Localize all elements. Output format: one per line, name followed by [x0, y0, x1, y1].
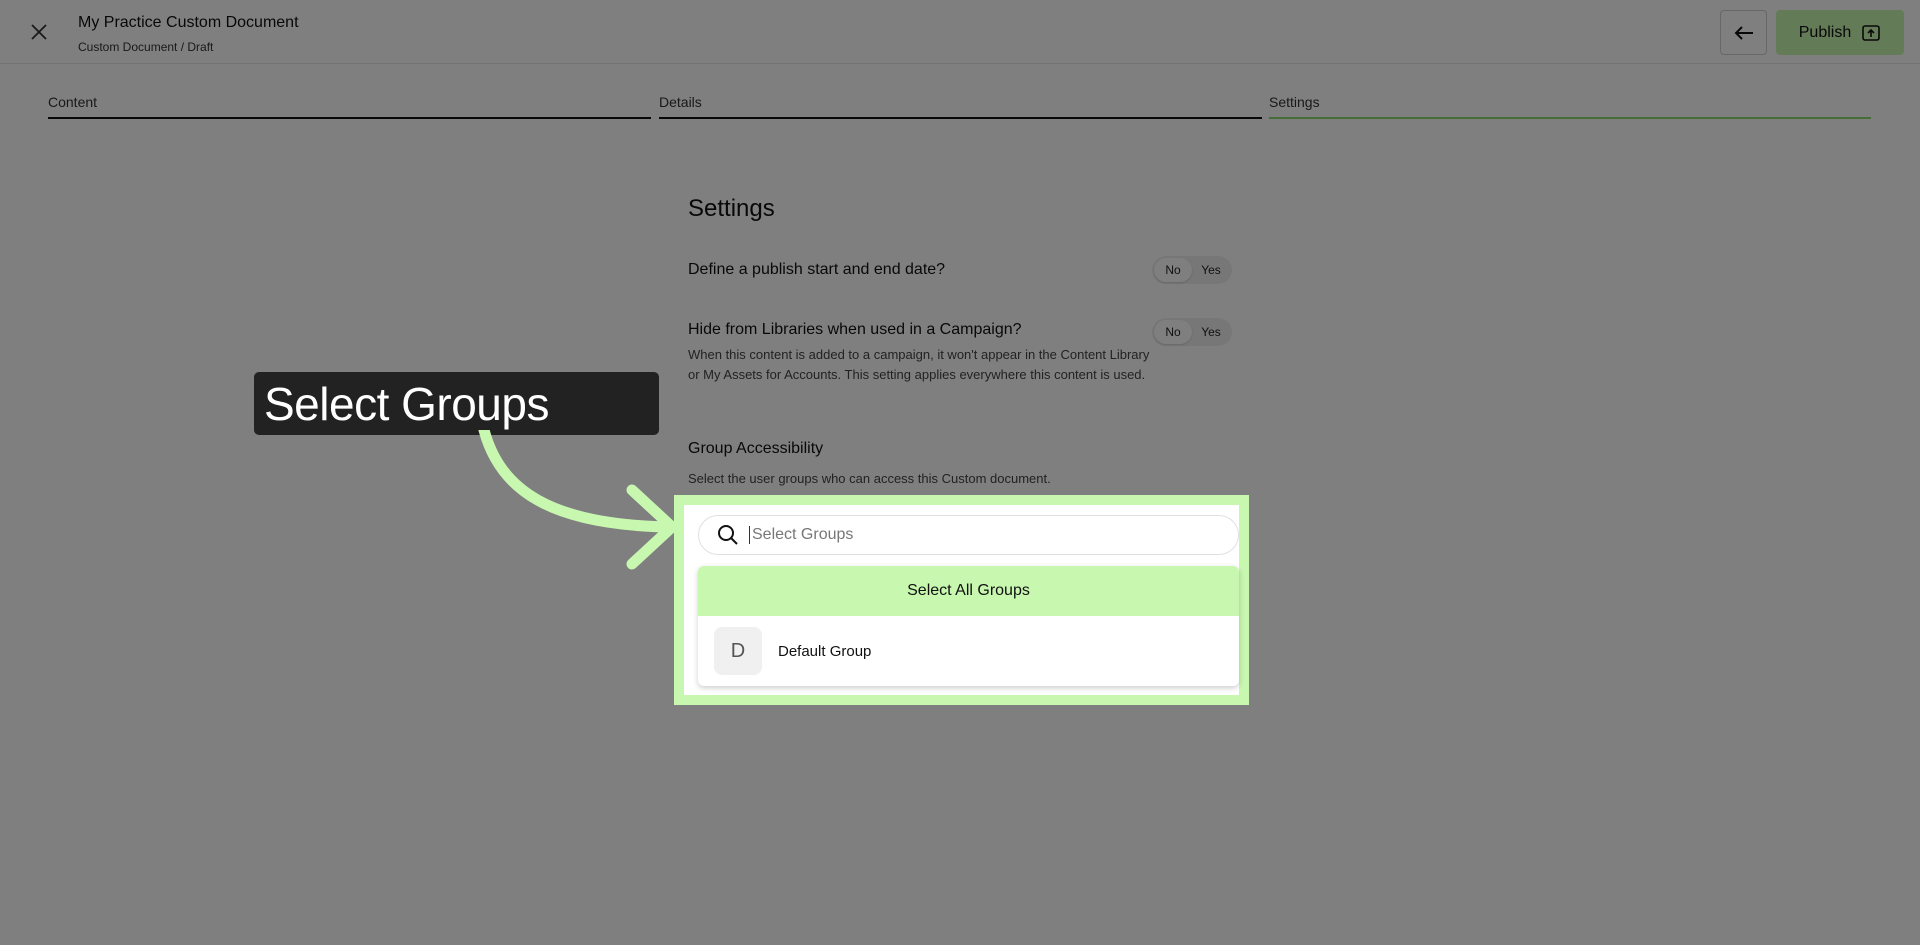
page: My Practice Custom Document Custom Docum…: [0, 0, 1920, 945]
callout-label: Select Groups: [254, 372, 659, 435]
breadcrumb: Custom Document / Draft: [78, 40, 214, 54]
tab-label: Settings: [1269, 94, 1320, 110]
tab-label: Content: [48, 94, 98, 110]
group-access-title: Group Accessibility: [688, 440, 824, 457]
publish-dates-question: Define a publish start and end date?: [688, 261, 946, 278]
group-access-description: Select the user groups who can access th…: [688, 471, 1051, 486]
settings-title: Settings: [688, 195, 775, 222]
document-title: My Practice Custom Document: [78, 14, 299, 31]
group-search-placeholder: Select Groups: [749, 526, 853, 544]
group-dropdown: Select All Groups D Default Group: [698, 566, 1239, 686]
list-item[interactable]: D Default Group: [698, 616, 1239, 686]
tab-bar: [48, 117, 651, 119]
close-icon: [31, 24, 47, 40]
tab-content[interactable]: Content: [48, 94, 651, 119]
tab-bar: [659, 117, 1262, 119]
back-button[interactable]: [1720, 10, 1767, 55]
close-button[interactable]: [22, 19, 56, 45]
group-select-highlight: Select Groups Select All Groups D Defaul…: [674, 495, 1249, 705]
publish-icon: [1862, 24, 1881, 41]
hide-libraries-description: When this content is added to a campaign…: [688, 347, 1150, 382]
publish-label: Publish: [1798, 23, 1852, 41]
tab-details[interactable]: Details: [659, 94, 1262, 119]
group-name: Default Group: [778, 642, 872, 660]
group-search-field[interactable]: Select Groups: [698, 515, 1239, 555]
tab-label: Details: [659, 94, 702, 110]
callout-arrow-icon: [478, 430, 678, 570]
select-all-groups-button[interactable]: Select All Groups: [698, 566, 1239, 616]
tab-settings[interactable]: Settings: [1269, 94, 1871, 119]
toggle-yes[interactable]: Yes: [1192, 258, 1230, 282]
toggle-no[interactable]: No: [1154, 320, 1192, 344]
publish-dates-toggle[interactable]: No Yes: [1152, 256, 1232, 284]
publish-button[interactable]: Publish: [1776, 10, 1904, 55]
tab-bar: [1269, 117, 1871, 119]
arrow-left-icon: [1734, 25, 1753, 40]
group-select-panel: Select Groups Select All Groups D Defaul…: [684, 505, 1239, 695]
toggle-no[interactable]: No: [1154, 258, 1192, 282]
toggle-yes[interactable]: Yes: [1192, 320, 1230, 344]
avatar: D: [714, 627, 762, 675]
header: My Practice Custom Document Custom Docum…: [0, 0, 1920, 64]
search-icon: [718, 525, 738, 545]
hide-libraries-toggle[interactable]: No Yes: [1152, 318, 1232, 346]
hide-libraries-question: Hide from Libraries when used in a Campa…: [688, 321, 1022, 338]
